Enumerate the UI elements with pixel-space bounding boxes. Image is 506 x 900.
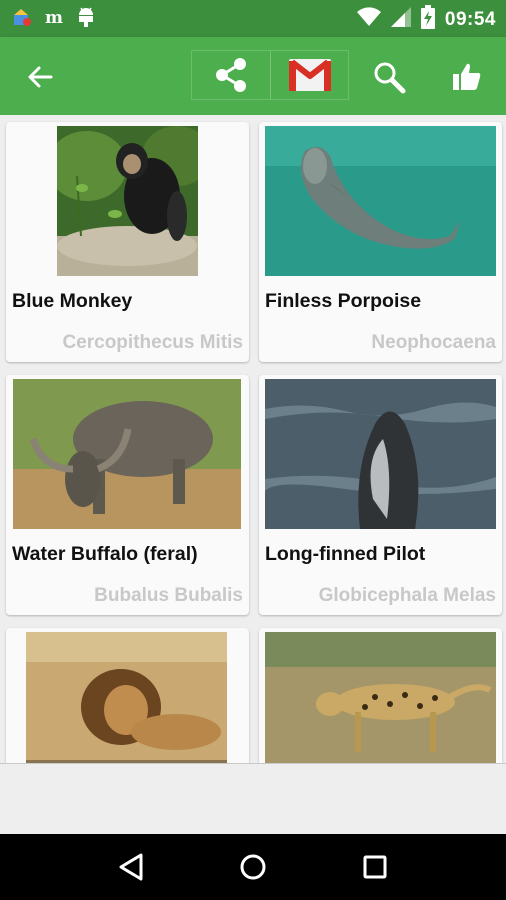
nav-home-icon	[240, 854, 266, 880]
system-nav-bar	[0, 834, 506, 900]
status-time: 09:54	[444, 8, 496, 30]
gmail-button[interactable]	[270, 51, 348, 99]
blue-monkey-photo	[57, 126, 198, 276]
animal-name: Finless Porpoise	[265, 290, 422, 312]
animal-name: Water Buffalo (feral)	[12, 543, 198, 565]
animal-scientific-name: Neophocaena	[371, 332, 496, 353]
nav-home-button[interactable]	[231, 845, 275, 889]
newspaper-icon: m	[44, 7, 64, 32]
notification-app-icon	[12, 7, 32, 32]
nav-back-icon	[119, 853, 143, 881]
animal-card-long-finned-pilot[interactable]: Long-finned Pilot Globicephala Melas	[259, 375, 502, 615]
lion-photo	[26, 632, 227, 763]
bottom-panel	[0, 763, 506, 834]
nav-recents-button[interactable]	[353, 845, 397, 889]
share-action-group	[191, 50, 349, 100]
animal-card-water-buffalo[interactable]: Water Buffalo (feral) Bubalus Bubalis	[6, 375, 249, 615]
share-button[interactable]	[192, 51, 270, 99]
animal-card-lion[interactable]	[6, 628, 249, 763]
share-icon	[216, 58, 246, 92]
app-toolbar	[0, 37, 506, 115]
finless-porpoise-photo	[265, 126, 496, 276]
animal-name: Blue Monkey	[12, 290, 133, 312]
search-button[interactable]	[368, 56, 410, 98]
animal-card-leopard[interactable]	[259, 628, 502, 763]
nav-recents-icon	[363, 855, 387, 879]
nav-back-button[interactable]	[109, 845, 153, 889]
svg-text:m: m	[45, 8, 63, 27]
thumbs-up-icon	[453, 63, 481, 90]
animal-scientific-name: Bubalus Bubalis	[94, 585, 243, 606]
status-bar: m 09:54	[0, 0, 506, 37]
animal-card-blue-monkey[interactable]: Blue Monkey Cercopithecus Mitis	[6, 122, 249, 362]
android-icon	[76, 6, 96, 33]
back-button[interactable]	[20, 57, 60, 97]
signal-icon	[390, 7, 411, 32]
like-button[interactable]	[446, 56, 488, 98]
water-buffalo-photo	[13, 379, 241, 529]
animal-grid: Blue Monkey Cercopithecus Mitis Finless …	[0, 115, 506, 763]
battery-charging-icon	[420, 5, 435, 34]
leopard-photo	[265, 632, 496, 763]
animal-scientific-name: Globicephala Melas	[318, 585, 496, 606]
wifi-icon	[356, 7, 381, 32]
long-finned-pilot-photo	[265, 379, 496, 529]
animal-card-finless-porpoise[interactable]: Finless Porpoise Neophocaena	[259, 122, 502, 362]
arrow-back-icon	[28, 66, 53, 88]
gmail-icon	[288, 59, 331, 91]
animal-name: Long-finned Pilot	[265, 543, 426, 565]
search-icon	[374, 62, 406, 94]
animal-scientific-name: Cercopithecus Mitis	[62, 332, 243, 353]
